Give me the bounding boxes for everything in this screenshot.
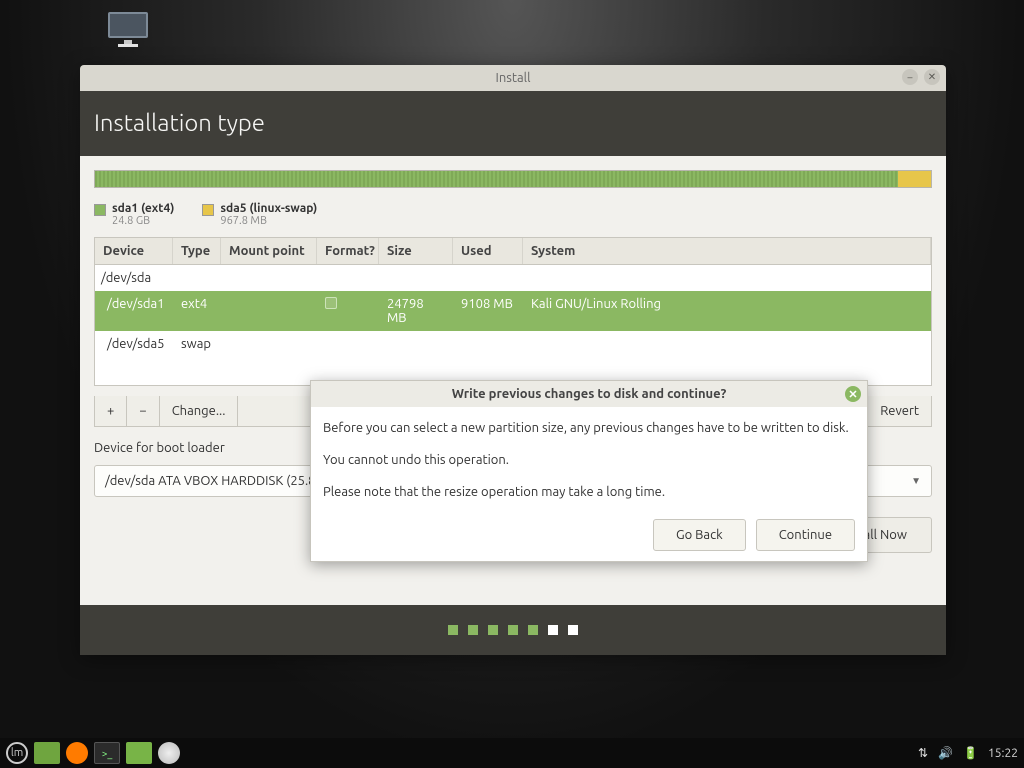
files-icon[interactable] (126, 742, 152, 764)
pager-dot (468, 625, 478, 635)
dialog-text-1: Before you can select a new partition si… (323, 417, 855, 439)
table-row[interactable]: /dev/sda (95, 265, 931, 291)
go-back-button[interactable]: Go Back (653, 519, 746, 551)
column-header[interactable]: Used (453, 238, 523, 264)
dialog-close-icon[interactable]: ✕ (845, 386, 861, 402)
partition-bar (94, 170, 932, 188)
page-heading: Installation type (94, 109, 932, 136)
header: Installation type (80, 91, 946, 156)
column-header[interactable]: Format? (317, 238, 379, 264)
dialog-text-2: You cannot undo this operation. (323, 449, 855, 471)
installer-disc-icon[interactable] (158, 742, 180, 764)
partition-legend: sda1 (ext4)24.8 GB sda5 (linux-swap)967.8… (94, 202, 932, 227)
minimize-button[interactable]: – (902, 69, 918, 85)
continue-button[interactable]: Continue (756, 519, 855, 551)
window-title: Install (496, 71, 531, 85)
column-header[interactable]: Size (379, 238, 453, 264)
install-window: Install – ✕ Installation type sda1 (ext4… (80, 65, 946, 655)
add-partition-button[interactable]: + (95, 396, 127, 426)
remove-partition-button[interactable]: − (127, 396, 159, 426)
terminal-icon[interactable]: >_ (94, 742, 120, 764)
column-header[interactable]: Device (95, 238, 173, 264)
battery-icon[interactable]: 🔋 (963, 746, 978, 760)
legend-item: sda5 (linux-swap)967.8 MB (202, 202, 317, 227)
bootloader-value: /dev/sda ATA VBOX HARDDISK (25.8 GB) (105, 474, 339, 488)
network-icon[interactable]: ⇅ (918, 746, 928, 760)
revert-button[interactable]: Revert (868, 396, 931, 426)
column-header[interactable]: Mount point (221, 238, 317, 264)
legend-item: sda1 (ext4)24.8 GB (94, 202, 174, 227)
taskbar: lm >_ ⇅ 🔊 🔋 15:22 (0, 738, 1024, 768)
pager-dot (508, 625, 518, 635)
pager-dot (448, 625, 458, 635)
pager-dot (528, 625, 538, 635)
file-manager-icon[interactable] (34, 742, 60, 764)
dialog-title: Write previous changes to disk and conti… (452, 387, 727, 401)
partition-table: DeviceTypeMount pointFormat?SizeUsedSyst… (94, 237, 932, 386)
pager-dot (488, 625, 498, 635)
chevron-down-icon: ▼ (911, 475, 921, 487)
change-partition-button[interactable]: Change... (160, 396, 239, 426)
step-pager (80, 605, 946, 655)
confirm-write-dialog: Write previous changes to disk and conti… (310, 380, 868, 562)
pager-dot (568, 625, 578, 635)
start-menu-icon[interactable]: lm (6, 742, 28, 764)
window-titlebar[interactable]: Install – ✕ (80, 65, 946, 91)
column-header[interactable]: System (523, 238, 931, 264)
table-row[interactable]: /dev/sda5swap (95, 331, 931, 357)
firefox-icon[interactable] (66, 742, 88, 764)
column-header[interactable]: Type (173, 238, 221, 264)
pager-dot (548, 625, 558, 635)
table-row[interactable]: /dev/sda1ext424798 MB9108 MBKali GNU/Lin… (95, 291, 931, 331)
desktop-computer-icon[interactable] (100, 10, 156, 50)
volume-icon[interactable]: 🔊 (938, 746, 953, 760)
clock[interactable]: 15:22 (988, 747, 1018, 760)
close-button[interactable]: ✕ (924, 69, 940, 85)
dialog-text-3: Please note that the resize operation ma… (323, 481, 855, 503)
